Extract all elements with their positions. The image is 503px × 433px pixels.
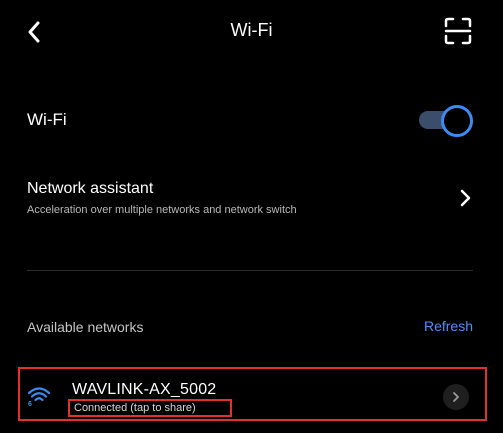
wifi-toggle-switch[interactable] (419, 104, 473, 137)
toggle-knob (441, 105, 473, 137)
qr-scan-icon (444, 17, 472, 45)
network-status: Connected (tap to share) (74, 402, 196, 414)
network-details-button[interactable] (443, 384, 469, 410)
network-name: WAVLINK-AX_5002 (72, 381, 217, 398)
wifi6-signal-icon: 6 (28, 387, 50, 407)
section-divider (27, 270, 473, 271)
network-list-item[interactable]: 6 WAVLINK-AX_5002 Connected (tap to shar… (18, 367, 487, 421)
network-assistant-title: Network assistant (27, 180, 154, 197)
chevron-right-icon (460, 189, 471, 207)
network-status-highlight: Connected (tap to share) (68, 399, 232, 417)
available-networks-label: Available networks (27, 319, 144, 335)
available-networks-header: Available networks Refresh (27, 316, 473, 340)
page-title: Wi-Fi (230, 20, 273, 40)
wifi-label: Wi-Fi (27, 110, 67, 129)
network-assistant-subtitle: Acceleration over multiple networks and … (27, 204, 297, 216)
svg-text:6: 6 (28, 401, 32, 407)
refresh-button[interactable]: Refresh (424, 318, 473, 334)
wifi-settings-screen: Wi-Fi Wi-Fi Network assistant Accelerati… (0, 0, 503, 433)
network-assistant-row[interactable]: Network assistant Acceleration over mult… (27, 176, 473, 226)
scan-button[interactable] (443, 16, 473, 46)
chevron-right-icon (453, 392, 459, 402)
wifi-toggle-row: Wi-Fi (27, 100, 473, 140)
header: Wi-Fi (0, 0, 503, 64)
